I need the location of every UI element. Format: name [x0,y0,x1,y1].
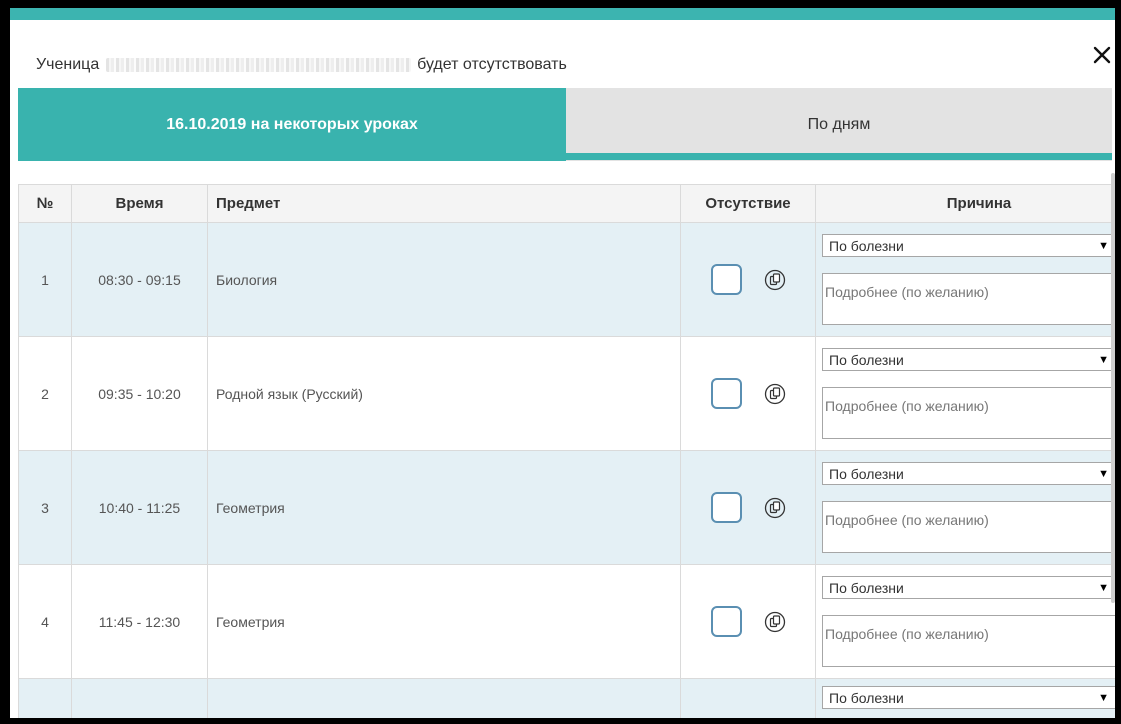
reason-select[interactable]: По болезни ▼ [822,576,1115,599]
row-subject: Геометрия [207,564,681,679]
chevron-down-icon: ▼ [1098,353,1109,366]
absence-checkbox[interactable] [710,492,742,523]
copy-icon[interactable] [764,383,786,405]
reason-cell: По болезни ▼ Подробнее (по желанию) [815,336,1121,451]
absence-cell [680,678,816,718]
table-row: 2 09:35 - 10:20 Родной язык (Русский) По… [18,336,1121,451]
reason-select-value: По болезни [829,351,904,368]
chevron-down-icon: ▼ [1098,581,1109,594]
absence-cell [680,564,816,679]
header-absence: Отсутствие [680,184,816,223]
row-time: 09:35 - 10:20 [71,336,208,451]
reason-select[interactable]: По болезни ▼ [822,234,1115,257]
row-num: 1 [18,222,72,337]
reason-cell: По болезни ▼ Подробнее (по желанию) [815,564,1121,679]
reason-details-field[interactable]: Подробнее (по желанию) [822,387,1121,439]
absence-checkbox[interactable] [710,378,742,409]
resize-handle-icon[interactable] [1114,427,1121,437]
reason-select-value: По болезни [829,237,904,254]
copy-icon[interactable] [764,497,786,519]
reason-details-placeholder: Подробнее (по желанию) [825,626,989,642]
table-row: 1 08:30 - 09:15 Биология По болезни ▼ По… [18,222,1121,337]
header-time: Время [71,184,208,223]
redacted-student-name [105,57,411,72]
reason-cell: По болезни ▼ Подробнее (по желанию) [815,450,1121,565]
table-row: 3 10:40 - 11:25 Геометрия По болезни ▼ П… [18,450,1121,565]
row-time: 11:45 - 12:30 [71,564,208,679]
resize-handle-icon[interactable] [1114,655,1121,665]
absence-checkbox[interactable] [710,264,742,295]
reason-details-field[interactable]: Подробнее (по желанию) [822,615,1121,667]
row-subject: Геометрия [207,450,681,565]
chevron-down-icon: ▼ [1098,467,1109,480]
reason-select[interactable]: По болезни ▼ [822,686,1115,709]
copy-icon[interactable] [764,611,786,633]
header-num: № [18,184,72,223]
tab-by-days[interactable]: По дням [566,88,1112,161]
lessons-table: № Время Предмет Отсутствие Причина 1 08:… [18,184,1121,718]
tab-underline [18,153,1112,160]
scrollbar[interactable] [1111,173,1115,603]
row-time [71,678,208,718]
reason-details-placeholder: Подробнее (по желанию) [825,284,989,300]
top-accent-bar [10,8,1115,20]
reason-select[interactable]: По болезни ▼ [822,348,1115,371]
row-num: 2 [18,336,72,451]
reason-details-field[interactable]: Подробнее (по желанию) [822,501,1121,553]
resize-handle-icon[interactable] [1114,313,1121,323]
title-prefix: Ученица [36,56,100,73]
absence-cell [680,450,816,565]
header-subject: Предмет [207,184,681,223]
row-time: 08:30 - 09:15 [71,222,208,337]
row-time: 10:40 - 11:25 [71,450,208,565]
header-reason: Причина [815,184,1115,223]
row-num [18,678,72,718]
reason-cell: По болезни ▼ [815,678,1115,718]
absence-modal: Ученица будет отсутствовать 16.10.2019 н… [0,0,1121,724]
row-num: 3 [18,450,72,565]
absence-cell [680,222,816,337]
absence-cell [680,336,816,451]
table-row: 4 11:45 - 12:30 Геометрия По болезни ▼ П… [18,564,1121,679]
row-subject: Биология [207,222,681,337]
reason-details-field[interactable]: Подробнее (по желанию) [822,273,1121,325]
row-subject [207,678,681,718]
chevron-down-icon: ▼ [1098,691,1109,704]
reason-select[interactable]: По болезни ▼ [822,462,1115,485]
reason-details-placeholder: Подробнее (по желанию) [825,512,989,528]
reason-select-value: По болезни [829,465,904,482]
table-row: По болезни ▼ [18,678,1115,718]
row-num: 4 [18,564,72,679]
close-icon[interactable] [1091,44,1113,66]
title-suffix: будет отсутствовать [417,56,567,73]
reason-select-value: По болезни [829,579,904,596]
chevron-down-icon: ▼ [1098,239,1109,252]
row-subject: Родной язык (Русский) [207,336,681,451]
reason-cell: По болезни ▼ Подробнее (по желанию) [815,222,1121,337]
reason-details-placeholder: Подробнее (по желанию) [825,398,989,414]
resize-handle-icon[interactable] [1114,541,1121,551]
copy-icon[interactable] [764,269,786,291]
table-header-row: № Время Предмет Отсутствие Причина [18,184,1115,223]
absence-checkbox[interactable] [710,606,742,637]
reason-select-value: По болезни [829,689,904,706]
tab-bar: 16.10.2019 на некоторых уроках По дням [18,88,1112,161]
modal-title: Ученица будет отсутствовать [36,56,567,74]
tab-some-lessons[interactable]: 16.10.2019 на некоторых уроках [18,88,566,161]
